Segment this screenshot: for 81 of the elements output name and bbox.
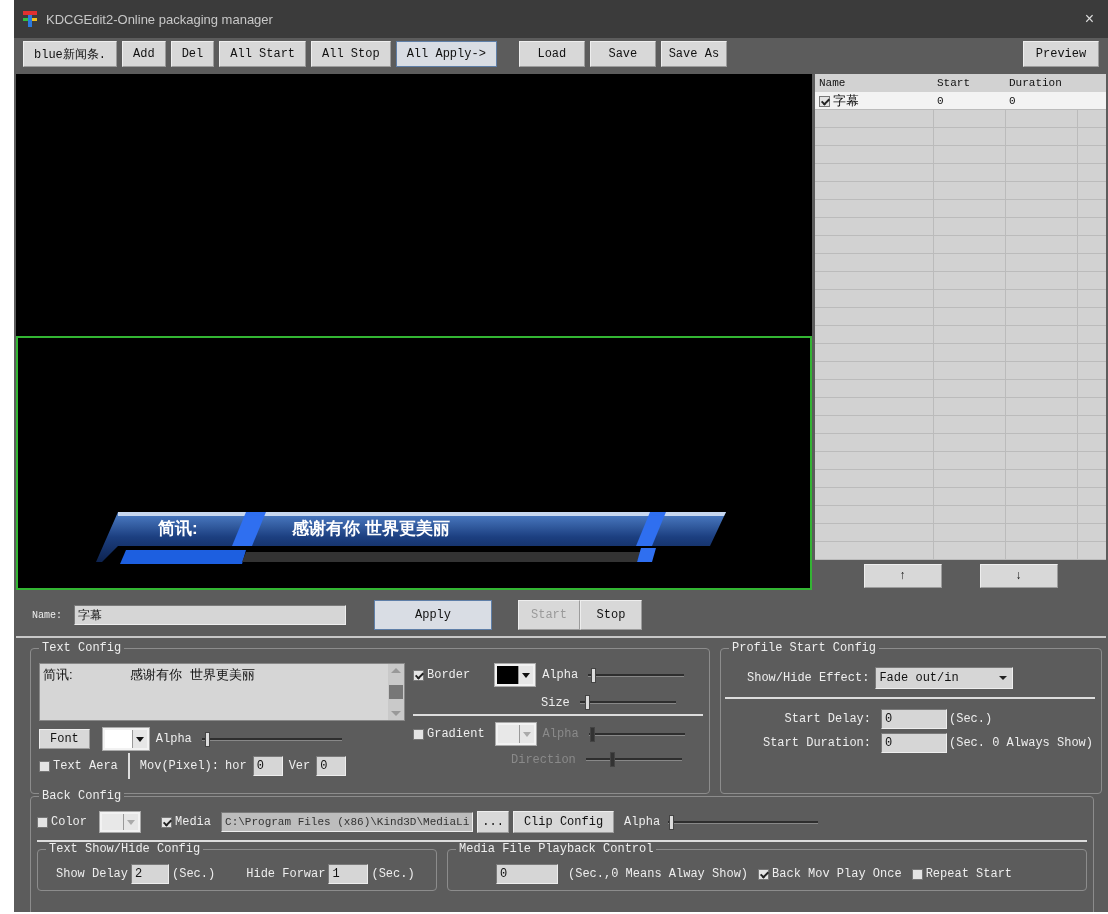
group-title: Back Config (39, 789, 125, 803)
apply-button[interactable]: Apply (374, 600, 492, 630)
show-delay-label: Show Delay (56, 867, 128, 881)
hor-label: hor (225, 759, 247, 773)
group-title: Text Config (39, 641, 125, 655)
browse-button[interactable]: ... (477, 811, 509, 833)
alpha-label: Alpha (542, 668, 579, 682)
slider-thumb[interactable] (669, 814, 675, 830)
unit-label: (Sec.) (949, 712, 993, 726)
alpha-label: Alpha (624, 815, 661, 829)
unit-label: (Sec.) (371, 867, 415, 881)
column-header: Duration (1008, 76, 1063, 91)
show-delay-field[interactable]: 2 (131, 864, 169, 884)
start-duration-label: Start Duration: (761, 736, 871, 750)
clip-config-button[interactable]: Clip Config (512, 811, 615, 833)
hide-forward-field[interactable]: 1 (328, 864, 369, 884)
playback-note: (Sec.,0 Means Alway Show) (568, 867, 749, 881)
slider-track[interactable] (668, 814, 819, 830)
hor-field[interactable]: 0 (252, 756, 283, 776)
app-logo-icon (22, 10, 38, 28)
list-row[interactable]: 字幕 0 0 (815, 92, 1106, 110)
window-title: KDCGEdit2-Online packaging manager (46, 11, 274, 27)
back-mov-checkbox[interactable]: Back Mov Play Once (758, 867, 902, 881)
close-button[interactable]: × (1078, 10, 1100, 28)
slider-thumb[interactable] (585, 695, 591, 710)
slider-track[interactable] (588, 726, 685, 742)
toolbar-button[interactable]: Add (122, 41, 166, 67)
slider-track[interactable] (588, 667, 685, 683)
start-delay-field[interactable]: 0 (881, 709, 947, 729)
size-label: Size (541, 695, 570, 710)
stop-button[interactable]: Stop (580, 600, 642, 630)
alpha-label: Alpha (155, 732, 192, 746)
group-title: Text Show/Hide Config (46, 842, 204, 856)
border-checkbox[interactable]: Border (413, 668, 471, 682)
column-header: Name (818, 76, 847, 91)
color-picker[interactable] (494, 663, 537, 687)
toolbar-button[interactable]: All Start (219, 41, 307, 67)
toolbar-button[interactable]: Save As (660, 41, 727, 67)
toolbar-button[interactable]: All Apply-> (395, 41, 497, 67)
toolbar-button[interactable]: Preview (1023, 41, 1099, 67)
move-down-button[interactable]: ↓ (979, 564, 1058, 588)
layer-checkbox[interactable]: 字幕 (819, 92, 859, 110)
font-button[interactable]: Font (39, 729, 90, 749)
move-label: Mov(Pixel): (139, 759, 220, 773)
text-area-checkbox[interactable]: Text Aera (39, 759, 118, 773)
color-checkbox[interactable]: Color (37, 815, 87, 829)
caption-label: 简讯: (158, 518, 198, 540)
group-title: Profile Start Config (729, 641, 880, 655)
caption-text: 感谢有你 世界更美丽 (292, 518, 450, 540)
hide-forward-label: Hide Forwar (246, 867, 326, 881)
list-cell-text: 0 (1008, 94, 1017, 109)
slider-thumb[interactable] (591, 667, 597, 683)
toolbar-button[interactable]: Load (518, 41, 585, 67)
toolbar-button[interactable]: Save (589, 41, 656, 67)
start-duration-field[interactable]: 0 (881, 733, 947, 753)
ver-label: Ver (288, 759, 311, 773)
name-label: Name: (32, 609, 62, 621)
slider-track[interactable] (585, 752, 682, 767)
column-header: Start (936, 76, 971, 91)
unit-label: (Sec.) (172, 867, 216, 881)
toolbar-button[interactable]: blue新闻条. (23, 41, 117, 67)
slider-track[interactable] (579, 695, 676, 710)
group-title: Media File Playback Control (456, 842, 657, 856)
unit-label: (Sec. 0 Always Show) (949, 736, 1094, 750)
playback-field[interactable]: 0 (496, 864, 558, 884)
color-picker[interactable] (101, 727, 150, 751)
effect-label: Show/Hide Effect: (747, 671, 870, 685)
slider-track[interactable] (201, 731, 342, 747)
toolbar-button[interactable]: Del (170, 41, 215, 67)
name-field[interactable]: 字幕 (74, 605, 346, 625)
gradient-checkbox[interactable]: Gradient (413, 727, 485, 741)
toolbar-button[interactable]: All Stop (311, 41, 391, 67)
ver-field[interactable]: 0 (316, 756, 347, 776)
media-checkbox[interactable]: Media (161, 815, 212, 829)
media-path-field[interactable]: C:\Program Files (x86)\Kind3D\MediaLi (221, 812, 474, 832)
list-cell-text: 0 (936, 94, 945, 109)
effect-dropdown[interactable]: Fade out/in (875, 667, 1014, 689)
repeat-start-checkbox[interactable]: Repeat Start (911, 867, 1013, 881)
slider-thumb[interactable] (205, 731, 211, 747)
move-up-button[interactable]: ↑ (863, 564, 942, 588)
start-delay-label: Start Delay: (783, 712, 871, 726)
